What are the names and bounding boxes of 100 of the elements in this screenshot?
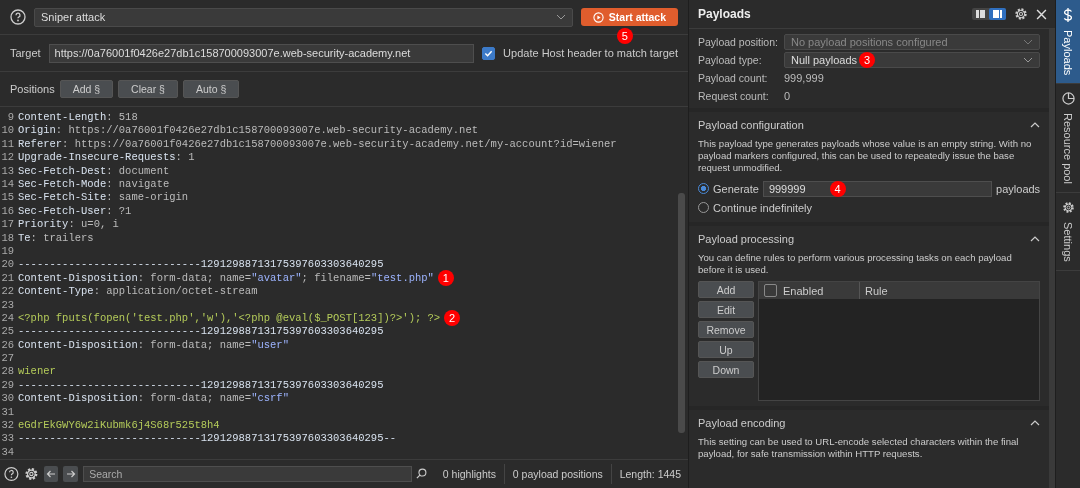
payloads-suffix: payloads <box>996 182 1041 195</box>
line-number: 13 <box>0 164 14 177</box>
dollar-icon <box>1062 8 1075 22</box>
code-line: Sec-Fetch-Site: same-origin <box>18 191 189 204</box>
rule-button[interactable]: Edit <box>698 301 754 318</box>
code-line: -----------------------------12912988713175397603303640295 <box>18 325 384 338</box>
side-tab[interactable]: Resource pool <box>1056 84 1080 194</box>
field-label: Payload position: <box>698 36 779 48</box>
arrow-left-icon <box>45 468 56 479</box>
collapse-icon[interactable] <box>1030 122 1041 128</box>
start-attack-button[interactable]: Start attack <box>580 8 678 27</box>
update-host-label: Update Host header to match target <box>503 47 678 60</box>
search-icon[interactable] <box>415 468 427 480</box>
section-title: Payload configuration <box>698 119 804 131</box>
back-button[interactable] <box>43 465 59 482</box>
settings-icon[interactable] <box>1014 7 1029 21</box>
attack-type-dropdown[interactable]: Sniper attack <box>34 7 573 27</box>
chevron-down-icon <box>1023 57 1034 63</box>
section-description: This payload type generates payloads whose value is an empty string. With no payload markers configured, this can be used to repeatedly issue the base request unmodified. <box>698 138 1033 174</box>
field-label: Payload count: <box>698 72 769 84</box>
line-number: 26 <box>0 338 14 351</box>
line-number: 11 <box>0 137 14 150</box>
target-field[interactable]: https://0a76001f0426e27db1c158700093007e.web-security-academy.net <box>48 43 475 63</box>
side-tab[interactable]: Payloads <box>1056 0 1080 85</box>
code-line: Content-Disposition: form-data; name="avatar"; filename="test.php" <box>18 271 434 284</box>
code-line: Priority: u=0, i <box>18 218 119 231</box>
position-button[interactable]: Add § <box>59 80 114 99</box>
line-number: 20 <box>0 258 14 271</box>
rule-button[interactable]: Add <box>698 281 754 298</box>
line-number: 21 <box>0 271 14 284</box>
pie-chart-icon <box>1061 92 1075 106</box>
line-number: 14 <box>0 178 14 190</box>
rule-button[interactable]: Remove <box>698 321 754 338</box>
code-line: eGdrEkGWY6w2iKubmk6j4S68r525t8h4 <box>18 419 220 432</box>
rule-button[interactable]: Down <box>698 361 754 378</box>
code-line: Content-Length: 518 <box>18 111 138 124</box>
position-button[interactable]: Clear § <box>118 80 178 99</box>
line-number: 15 <box>0 191 14 204</box>
layout-toggle[interactable] <box>989 8 1007 20</box>
code-line: Sec-Fetch-User: ?1 <box>18 204 132 217</box>
line-number: 19 <box>0 244 14 257</box>
line-number: 10 <box>0 124 14 137</box>
option-label: Generate <box>713 182 759 195</box>
collapse-icon[interactable] <box>1030 236 1041 242</box>
line-number: 27 <box>0 352 14 365</box>
field-label: Request count: <box>698 90 770 102</box>
line-number: 25 <box>0 325 14 338</box>
payload-count: 999,999 <box>784 72 824 84</box>
line-number: 34 <box>0 445 14 458</box>
code-line: Content-Disposition: form-data; name="csrf" <box>18 392 289 405</box>
positions-label: Positions <box>10 83 55 96</box>
code-line: Upgrade-Insecure-Requests: 1 <box>18 151 195 164</box>
code-line: Content-Disposition: form-data; name="user" <box>18 338 289 351</box>
line-number: 28 <box>0 365 14 378</box>
line-number: 18 <box>0 231 14 244</box>
help-icon[interactable] <box>4 465 19 482</box>
position-button[interactable]: Auto § <box>182 80 240 99</box>
collapse-icon[interactable] <box>1030 420 1041 426</box>
help-icon[interactable] <box>10 9 26 26</box>
line-number: 16 <box>0 204 14 217</box>
field-label: Payload type: <box>698 54 763 66</box>
column-header[interactable]: Enabled <box>783 284 824 297</box>
code-line: Te: trailers <box>18 231 94 244</box>
chevron-down-icon <box>555 14 566 21</box>
settings-icon[interactable] <box>23 465 39 482</box>
close-icon[interactable] <box>1036 8 1048 20</box>
code-line: Origin: https://0a76001f0426e27db1c158700093007e.web-security-academy.net <box>18 124 478 137</box>
radio-button[interactable] <box>698 183 709 194</box>
payload-type-dropdown[interactable]: Null payloads 3 <box>784 52 1041 68</box>
search-field[interactable]: Search <box>83 465 412 482</box>
play-icon <box>592 11 604 23</box>
section-description: This setting can be used to URL-encode selected characters within the final payload, for safe transmission within HTTP requests. <box>698 436 1020 460</box>
payload-positions-count: 0 payload positions <box>511 467 604 480</box>
code-line: wiener <box>18 365 56 378</box>
section-description: You can define rules to perform various processing tasks on each payload before it is used. <box>698 252 1013 276</box>
annotation-marker: 1 <box>437 269 454 286</box>
annotation-marker: 4 <box>829 180 846 197</box>
generate-count-field[interactable]: 999999 4 <box>762 180 993 197</box>
annotation-marker: 5 <box>616 28 633 45</box>
line-number: 30 <box>0 392 14 405</box>
line-number: 12 <box>0 151 14 164</box>
checkmark-icon <box>484 48 494 58</box>
checkbox[interactable] <box>764 284 777 297</box>
annotation-marker: 3 <box>859 52 875 68</box>
code-line: Referer: https://0a76001f0426e27db1c158700093007e.web-security-academy.net/my-account?id=wiener <box>18 137 617 150</box>
option-label: Continue indefinitely <box>713 201 813 214</box>
forward-button[interactable] <box>63 465 79 482</box>
arrow-right-icon <box>65 468 76 479</box>
line-number: 9 <box>6 111 14 124</box>
highlights-count: 0 highlights <box>441 467 497 480</box>
side-tab[interactable]: Settings <box>1056 193 1080 271</box>
line-number: 24 <box>0 311 14 324</box>
code-line: Sec-Fetch-Mode: navigate <box>18 178 170 190</box>
scrollbar-thumb[interactable] <box>678 193 685 434</box>
code-line: -----------------------------12912988713175397603303640295-- <box>18 432 397 445</box>
request-count: 0 <box>784 90 791 102</box>
rule-button[interactable]: Up <box>698 341 754 358</box>
checkbox[interactable] <box>482 46 496 60</box>
line-number: 23 <box>0 298 14 311</box>
column-header[interactable]: Rule <box>865 284 888 297</box>
